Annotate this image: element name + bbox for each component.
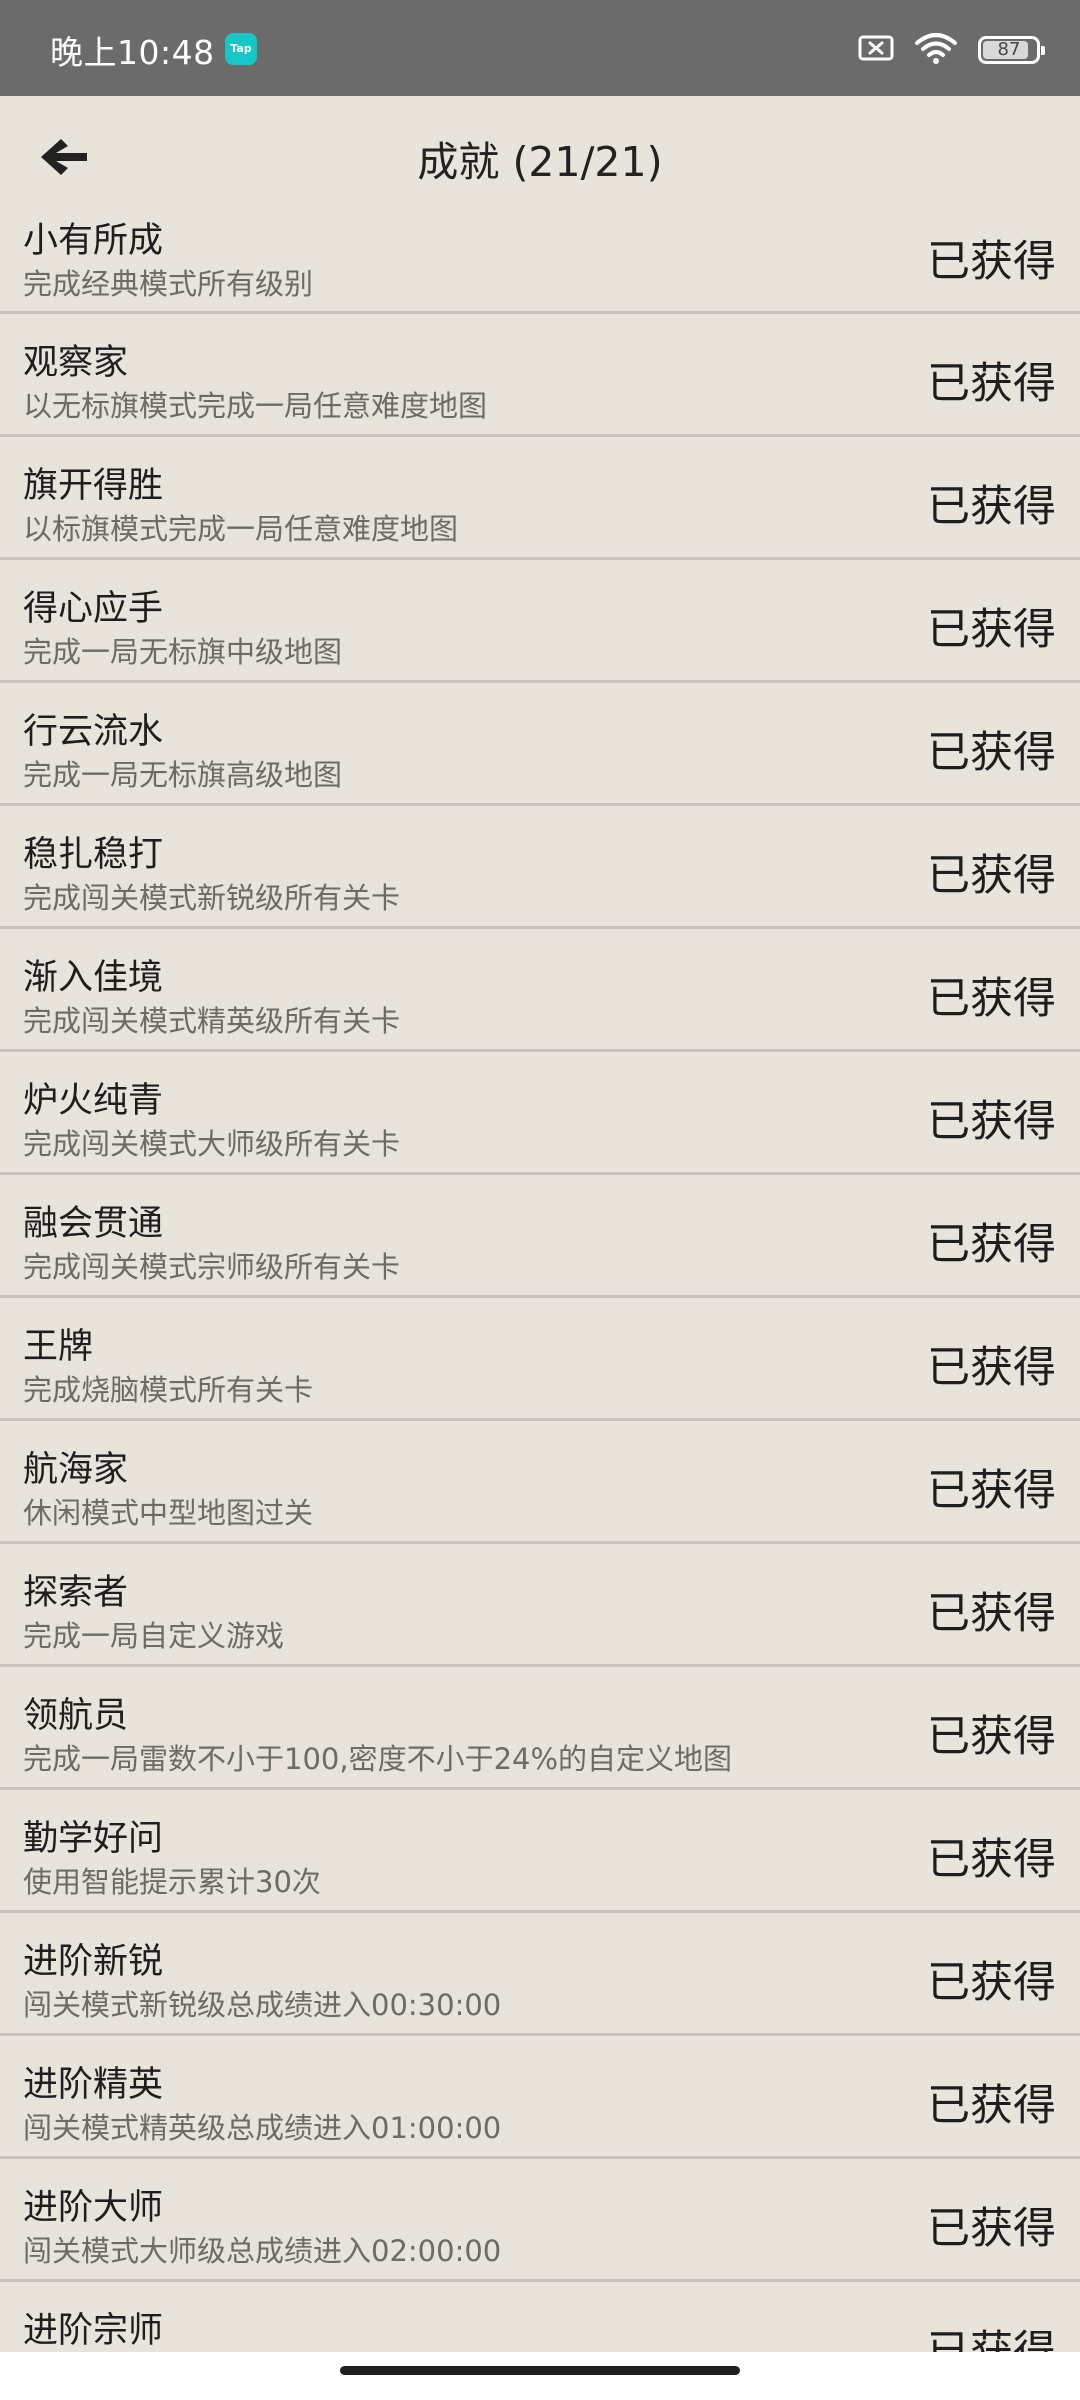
achievement-description: 闯关模式精英级总成绩进入01:00:00 — [23, 2111, 502, 2145]
list-item[interactable]: 进阶大师闯关模式大师级总成绩进入02:00:00 已获得 — [0, 2159, 1080, 2282]
achievement-title: 炉火纯青 — [23, 1081, 164, 1121]
list-item[interactable]: 进阶精英闯关模式精英级总成绩进入01:00:00 已获得 — [0, 2036, 1080, 2159]
list-item[interactable]: 王牌完成烧脑模式所有关卡 已获得 — [0, 1298, 1080, 1421]
achievement-status: 已获得 — [927, 1835, 1056, 1885]
status-bar: 晚上10:48 Tap 87 — [0, 0, 1080, 96]
achievement-title: 航海家 — [23, 1450, 129, 1490]
achievement-title: 稳扎稳打 — [23, 835, 164, 875]
achievement-title: 领航员 — [23, 1696, 129, 1736]
achievement-status: 已获得 — [927, 237, 1056, 287]
achievement-description: 完成闯关模式宗师级所有关卡 — [23, 1250, 401, 1284]
achievement-title: 进阶大师 — [23, 2188, 164, 2228]
wifi-icon — [914, 31, 958, 69]
home-indicator[interactable] — [340, 2366, 740, 2375]
list-item[interactable]: 领航员完成一局雷数不小于100,密度不小于24%的自定义地图 已获得 — [0, 1667, 1080, 1790]
achievement-description: 完成闯关模式大师级所有关卡 — [23, 1127, 401, 1161]
achievement-description: 以无标旗模式完成一局任意难度地图 — [23, 389, 488, 423]
achievement-description: 完成一局无标旗高级地图 — [23, 758, 343, 792]
achievement-title: 融会贯通 — [23, 1204, 164, 1244]
achievement-description: 完成闯关模式新锐级所有关卡 — [23, 881, 401, 915]
achievement-status: 已获得 — [927, 605, 1056, 655]
list-item[interactable]: 小有所成完成经典模式所有级别 已获得 — [0, 192, 1080, 314]
achievement-title: 旗开得胜 — [23, 466, 164, 506]
status-time: 晚上10:48 — [50, 33, 215, 72]
list-item[interactable]: 航海家休闲模式中型地图过关 已获得 — [0, 1421, 1080, 1544]
achievement-title: 渐入佳境 — [23, 958, 164, 998]
achievement-status: 已获得 — [927, 728, 1056, 778]
achievement-title: 探索者 — [23, 1573, 129, 1613]
navigation-bar — [0, 2352, 1080, 2400]
achievement-status: 已获得 — [927, 2204, 1056, 2254]
sim-disabled-icon — [858, 34, 894, 66]
list-item[interactable]: 旗开得胜以标旗模式完成一局任意难度地图 已获得 — [0, 437, 1080, 560]
achievement-status: 已获得 — [927, 1712, 1056, 1762]
achievement-status: 已获得 — [927, 1220, 1056, 1270]
achievement-description: 完成烧脑模式所有关卡 — [23, 1373, 314, 1407]
list-item[interactable]: 稳扎稳打完成闯关模式新锐级所有关卡 已获得 — [0, 806, 1080, 929]
achievement-status: 已获得 — [927, 1958, 1056, 2008]
achievement-title: 小有所成 — [23, 221, 164, 261]
achievement-status: 已获得 — [927, 1466, 1056, 1516]
achievement-list[interactable]: 小有所成 完成经典模式所有级别 已获得 观察家 以无标旗模式完成一局任意难度地图 已获得旗… — [0, 192, 1080, 2352]
achievement-status: 已获得 — [927, 851, 1056, 901]
achievement-status: 已获得 — [927, 974, 1056, 1024]
list-item[interactable]: 勤学好问使用智能提示累计30次 已获得 — [0, 1790, 1080, 1913]
achievement-description: 使用智能提示累计30次 — [23, 1865, 321, 1899]
page-title: 成就 (21/21) — [417, 138, 663, 186]
achievement-title: 行云流水 — [23, 712, 164, 752]
list-item[interactable]: 探索者完成一局自定义游戏 已获得 — [0, 1544, 1080, 1667]
achievement-description: 闯关模式大师级总成绩进入02:00:00 — [23, 2234, 502, 2268]
achievement-description: 完成闯关模式精英级所有关卡 — [23, 1004, 401, 1038]
achievement-status: 已获得 — [927, 1589, 1056, 1639]
achievement-description: 完成一局雷数不小于100,密度不小于24%的自定义地图 — [23, 1742, 733, 1776]
achievement-title: 王牌 — [23, 1327, 94, 1367]
achievement-description: 以标旗模式完成一局任意难度地图 — [23, 512, 459, 546]
achievement-status: 已获得 — [927, 482, 1056, 532]
achievement-title: 得心应手 — [23, 589, 164, 629]
taptap-app-icon: Tap — [225, 33, 257, 65]
achievement-title: 勤学好问 — [23, 1819, 164, 1859]
achievement-description: 休闲模式中型地图过关 — [23, 1496, 314, 1530]
battery-tip — [1041, 46, 1045, 55]
list-item[interactable]: 渐入佳境完成闯关模式精英级所有关卡 已获得 — [0, 929, 1080, 1052]
battery-icon: 87 — [978, 36, 1045, 64]
achievement-description: 闯关模式新锐级总成绩进入00:30:00 — [23, 1988, 502, 2022]
achievement-status: 已获得 — [927, 2081, 1056, 2131]
list-item[interactable]: 炉火纯青完成闯关模式大师级所有关卡 已获得 — [0, 1052, 1080, 1175]
achievement-status: 已获得 — [927, 359, 1056, 409]
achievement-title: 进阶精英 — [23, 2065, 164, 2105]
list-item[interactable]: 得心应手完成一局无标旗中级地图 已获得 — [0, 560, 1080, 683]
achievement-description: 完成一局自定义游戏 — [23, 1619, 285, 1653]
list-item[interactable]: 融会贯通完成闯关模式宗师级所有关卡 已获得 — [0, 1175, 1080, 1298]
status-icons: 87 — [858, 30, 1045, 70]
list-item[interactable]: 观察家以无标旗模式完成一局任意难度地图 已获得 — [0, 314, 1080, 437]
list-item[interactable]: 行云流水完成一局无标旗高级地图 已获得 — [0, 683, 1080, 806]
achievement-title: 进阶宗师 — [23, 2311, 164, 2351]
achievement-description: 完成经典模式所有级别 — [23, 267, 314, 301]
achievement-title: 观察家 — [23, 343, 129, 383]
achievement-status: 已获得 — [927, 2327, 1056, 2352]
list-item[interactable]: 进阶新锐闯关模式新锐级总成绩进入00:30:00 已获得 — [0, 1913, 1080, 2036]
achievement-status: 已获得 — [927, 1097, 1056, 1147]
achievement-status: 已获得 — [927, 1343, 1056, 1393]
battery-percent: 87 — [997, 39, 1021, 60]
achievement-description: 完成一局无标旗中级地图 — [23, 635, 343, 669]
achievement-title: 进阶新锐 — [23, 1942, 164, 1982]
list-item[interactable]: 进阶宗师闯关模式宗师级总成绩进入04:00:00已获得 — [0, 2282, 1080, 2352]
